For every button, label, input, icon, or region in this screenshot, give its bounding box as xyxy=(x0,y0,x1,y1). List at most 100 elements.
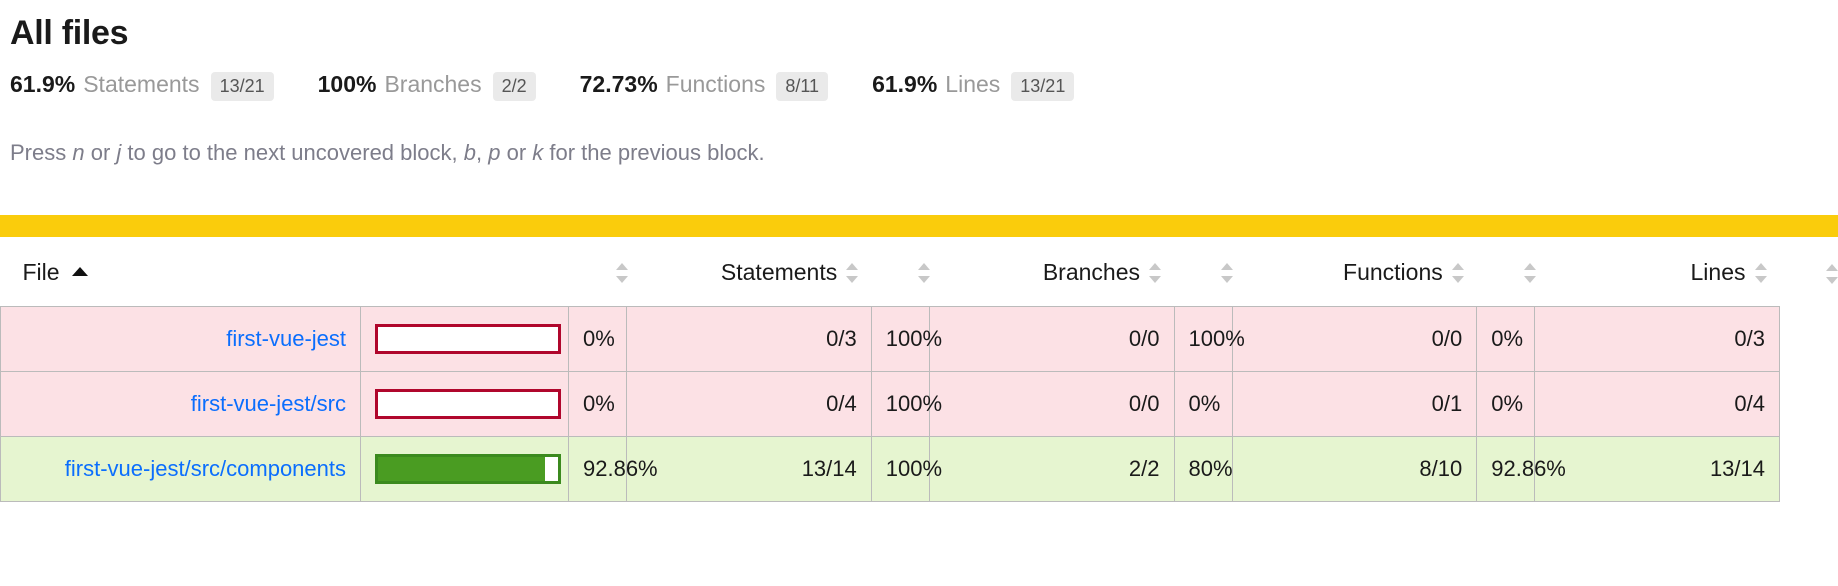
sort-ascending-icon[interactable] xyxy=(71,263,88,283)
lines-fraction: 13/21 xyxy=(1011,72,1075,102)
keyboard-help-text: Press n or j to go to the next uncovered… xyxy=(0,140,1838,166)
branches-absolute-cell: 2/2 xyxy=(928,436,1175,503)
coverage-progress-bar xyxy=(375,389,561,420)
functions-fraction: 8/11 xyxy=(776,72,829,102)
summary-stat-functions: 72.73% Functions 8/11 xyxy=(579,71,829,102)
statements-percent-cell: 0% xyxy=(568,371,627,438)
column-header-file[interactable]: File xyxy=(0,237,361,307)
statements-label: Statements xyxy=(83,71,200,98)
coverage-bar-cell xyxy=(360,306,569,373)
lines-label: Lines xyxy=(945,71,1001,98)
functions-percent-cell: 100% xyxy=(1173,306,1245,373)
column-header-lines-label: Lines xyxy=(1690,259,1746,286)
column-header-lines[interactable]: Lines xyxy=(1534,237,1780,307)
report-header: All files xyxy=(0,0,1838,53)
sort-toggle-icon[interactable] xyxy=(918,263,931,284)
statements-absolute-cell: 0/3 xyxy=(626,306,872,373)
help-key-k: k xyxy=(532,140,544,166)
column-header-statements-pct-sorter[interactable] xyxy=(568,237,628,307)
lines-absolute-cell: 13/14 xyxy=(1534,436,1780,503)
sort-toggle-icon[interactable] xyxy=(1451,263,1464,284)
branches-fraction: 2/2 xyxy=(492,72,536,102)
statements-fraction: 13/21 xyxy=(210,72,274,102)
help-part-5: or xyxy=(500,140,533,166)
sort-toggle-icon[interactable] xyxy=(615,263,628,284)
help-part-1: Press xyxy=(10,140,73,166)
coverage-progress-fill xyxy=(378,457,546,482)
branches-percent-cell: 100% xyxy=(870,306,942,373)
table-header-row: File Statements Branches Functions Lines xyxy=(0,237,1838,307)
branches-percent-cell: 100% xyxy=(870,371,942,438)
sort-toggle-icon[interactable] xyxy=(846,263,859,284)
column-header-file-label: File xyxy=(22,259,60,286)
statements-percent-cell: 0% xyxy=(568,306,627,373)
lines-percent-cell: 0% xyxy=(1476,371,1536,438)
functions-absolute-cell: 0/0 xyxy=(1231,306,1478,373)
column-header-statements-bar xyxy=(360,237,569,307)
column-header-functions-label: Functions xyxy=(1343,259,1443,286)
functions-percent-cell: 80% xyxy=(1173,436,1233,503)
branches-percent-cell: 100% xyxy=(870,436,942,503)
file-link[interactable]: first-vue-jest xyxy=(226,326,346,351)
coverage-bar-cell xyxy=(360,371,569,438)
table-row: first-vue-jest 0% 0/3 100% 0/0 100% 0/0 0% 0/3 xyxy=(0,306,1838,373)
column-header-branches[interactable]: Branches xyxy=(929,237,1174,307)
sort-toggle-icon[interactable] xyxy=(1754,263,1767,284)
column-header-statements-label: Statements xyxy=(720,259,838,286)
coverage-report-page: All files 61.9% Statements 13/21 100% Br… xyxy=(0,0,1838,503)
column-header-branches-label: Branches xyxy=(1042,259,1140,286)
column-header-lines-abs-sorter[interactable] xyxy=(1779,237,1838,307)
lines-absolute-cell: 0/3 xyxy=(1534,306,1780,373)
file-link-cell[interactable]: first-vue-jest xyxy=(0,306,361,373)
summary-stat-branches: 100% Branches 2/2 xyxy=(317,71,536,102)
column-header-functions[interactable]: Functions xyxy=(1232,237,1477,307)
column-header-branches-abs-sorter[interactable] xyxy=(1174,237,1233,307)
functions-percent-cell: 0% xyxy=(1173,371,1233,438)
coverage-bar-cell xyxy=(360,436,569,503)
lines-absolute-cell: 0/4 xyxy=(1534,371,1780,438)
column-header-statements[interactable]: Statements xyxy=(626,237,872,307)
help-key-b: b xyxy=(463,140,476,166)
branches-absolute-cell: 0/0 xyxy=(928,371,1175,438)
branches-label: Branches xyxy=(384,71,482,98)
section-divider xyxy=(0,215,1838,238)
page-title: All files xyxy=(10,14,129,52)
column-header-functions-abs-sorter[interactable] xyxy=(1476,237,1536,307)
file-link[interactable]: first-vue-jest/src xyxy=(191,391,346,416)
summary-stat-lines: 61.9% Lines 13/21 xyxy=(872,71,1075,102)
statements-percent-cell: 92.86% xyxy=(568,436,658,503)
table-row: first-vue-jest/src/components 92.86% 13/14… xyxy=(0,436,1838,503)
help-key-n: n xyxy=(72,140,85,166)
sort-toggle-icon[interactable] xyxy=(1149,263,1161,284)
coverage-table-body: first-vue-jest 0% 0/3 100% 0/0 100% 0/0 0% 0/3 fi… xyxy=(0,306,1838,503)
sort-toggle-icon[interactable] xyxy=(1826,263,1838,284)
file-link[interactable]: first-vue-jest/src/components xyxy=(65,456,346,481)
branches-percent: 100% xyxy=(317,71,377,98)
table-row: first-vue-jest/src 0% 0/4 100% 0/0 0% 0/1 0% 0/4 xyxy=(0,371,1838,438)
coverage-table: File Statements Branches Functions Lines xyxy=(0,237,1838,503)
lines-percent: 61.9% xyxy=(872,71,938,98)
coverage-progress-bar xyxy=(375,324,561,355)
summary-stat-statements: 61.9% Statements 13/21 xyxy=(10,71,274,102)
functions-percent: 72.73% xyxy=(579,71,658,98)
lines-percent-cell: 0% xyxy=(1476,306,1536,373)
file-link-cell[interactable]: first-vue-jest/src/components xyxy=(0,436,361,503)
sort-toggle-icon[interactable] xyxy=(1221,263,1233,284)
functions-absolute-cell: 0/1 xyxy=(1231,371,1478,438)
statements-absolute-cell: 0/4 xyxy=(626,371,872,438)
branches-absolute-cell: 0/0 xyxy=(928,306,1175,373)
coverage-table-head: File Statements Branches Functions Lines xyxy=(0,237,1838,307)
help-key-p: p xyxy=(488,140,501,166)
coverage-summary-bar: 61.9% Statements 13/21 100% Branches 2/2… xyxy=(0,69,1838,103)
lines-percent-cell: 92.86% xyxy=(1476,436,1566,503)
functions-label: Functions xyxy=(665,71,766,98)
help-part-4: , xyxy=(476,140,489,166)
help-part-6: for the previous block. xyxy=(543,140,765,166)
column-header-statements-abs-sorter[interactable] xyxy=(871,237,931,307)
help-part-2: or xyxy=(84,140,117,166)
file-link-cell[interactable]: first-vue-jest/src xyxy=(0,371,361,438)
coverage-progress-bar xyxy=(375,454,561,485)
sort-toggle-icon[interactable] xyxy=(1523,263,1536,284)
functions-absolute-cell: 8/10 xyxy=(1231,436,1478,503)
statements-percent: 61.9% xyxy=(10,71,76,98)
